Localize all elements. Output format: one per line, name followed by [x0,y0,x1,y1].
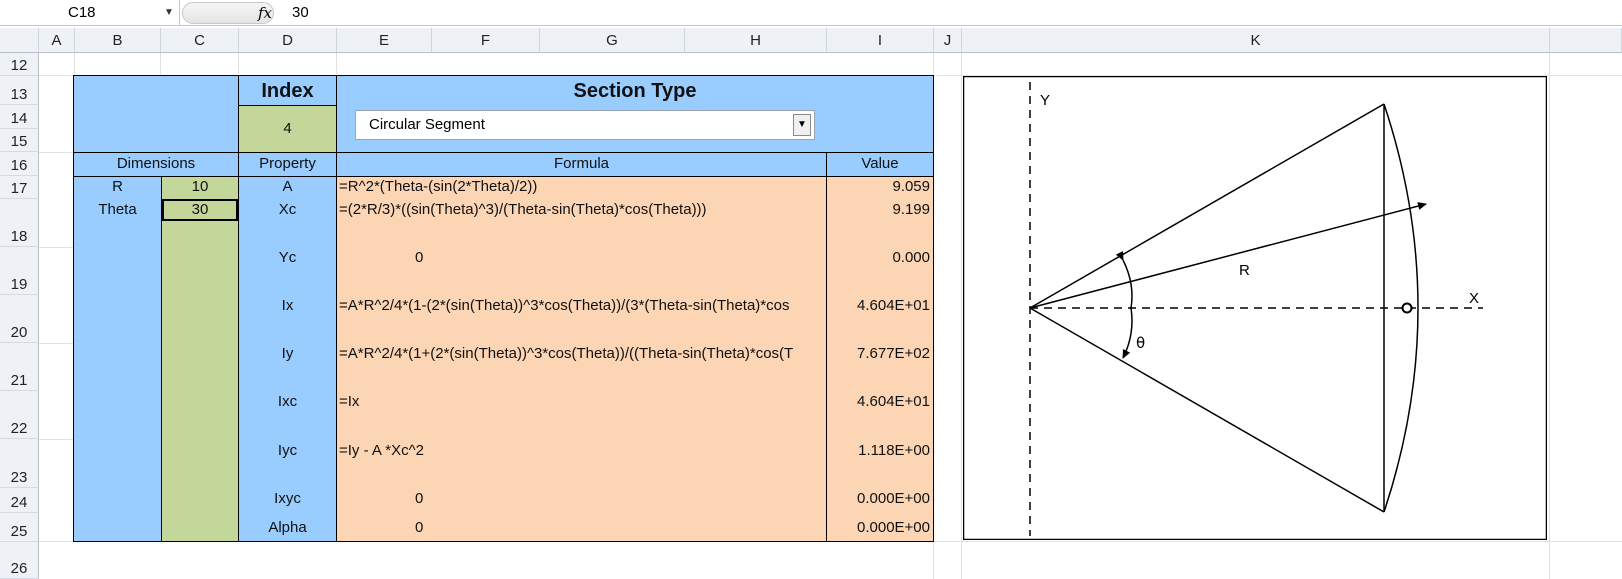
col-header-e[interactable]: E [337,28,432,53]
row-header-22[interactable]: 22 [0,391,39,439]
property-formula[interactable]: =A*R^2/4*(1+(2*(sin(Theta))^3*cos(Theta)… [339,343,825,365]
gridline [336,53,337,76]
formula-input[interactable]: 30 [292,0,309,26]
index-value-cell[interactable]: 4 [238,105,337,153]
index-label: Index [238,75,337,106]
row-header-12[interactable]: 12 [0,53,39,76]
dim-value-r[interactable]: 10 [162,176,238,198]
row-header-24[interactable]: 24 [0,488,39,513]
property-formula[interactable]: =(2*R/3)*((sin(Theta)^3)/(Theta-sin(Thet… [339,199,825,221]
row-header-25[interactable]: 25 [0,513,39,542]
property-formula[interactable]: =Ix [339,391,825,413]
gridline [39,343,73,344]
col-header-i[interactable]: I [827,28,934,53]
property-name[interactable]: Iyc [239,440,336,462]
name-box-dropdown-icon[interactable]: ▼ [164,0,176,26]
property-value[interactable]: 0.000 [827,247,933,269]
col-header-g[interactable]: G [540,28,685,53]
property-name[interactable]: Ixc [239,391,336,413]
property-formula[interactable]: 0 [415,247,445,269]
property-name[interactable]: Xc [239,199,336,221]
property-value[interactable]: 0.000E+00 [827,488,933,510]
x-axis-label: X [1469,290,1479,307]
r-label: R [1239,262,1250,279]
property-value[interactable]: 9.199 [827,199,933,221]
dim-name-r[interactable]: R [74,176,161,198]
property-value[interactable]: 7.677E+02 [827,343,933,365]
row-header-15[interactable]: 15 [0,129,39,152]
value-header: Value [826,152,934,177]
property-formula[interactable]: 0 [415,517,445,539]
col-header-f[interactable]: F [432,28,540,53]
property-name[interactable]: Alpha [239,517,336,539]
property-name[interactable]: Ix [239,295,336,317]
centroid-marker [1401,302,1413,314]
dim-name-theta[interactable]: Theta [74,199,161,221]
section-type-dropdown[interactable]: Circular Segment [355,110,815,140]
property-name[interactable]: Ixyc [239,488,336,510]
property-formula[interactable]: =R^2*(Theta-(sin(2*Theta)/2)) [339,176,825,198]
col-header-b[interactable]: B [75,28,161,53]
property-header: Property [238,152,337,177]
dim-value-theta-selected[interactable]: 30 [162,199,238,221]
select-all-corner[interactable] [0,28,39,53]
theta-label: θ [1136,334,1145,352]
gridline [39,247,73,248]
col-header-j[interactable]: J [934,28,962,53]
gridline [961,53,962,579]
row-header-21[interactable]: 21 [0,343,39,391]
dimensions-header: Dimensions [73,152,239,177]
property-value[interactable]: 4.604E+01 [827,391,933,413]
chevron-down-icon[interactable]: ▼ [793,114,811,136]
row-header-19[interactable]: 19 [0,247,39,295]
circular-segment-diagram[interactable]: Y X R θ [963,76,1547,540]
property-value[interactable]: 4.604E+01 [827,295,933,317]
gridline [238,53,239,76]
property-value[interactable]: 9.059 [827,176,933,198]
row-header-23[interactable]: 23 [0,439,39,488]
row-header-17[interactable]: 17 [0,176,39,199]
gridline [1549,53,1550,579]
row-header-16[interactable]: 16 [0,152,39,176]
row-header-26[interactable]: 26 [0,542,39,579]
dimension-value-column [161,176,239,542]
section-type-label: Section Type [573,80,697,102]
gridline [160,53,161,76]
property-name[interactable]: Iy [239,343,336,365]
col-header-a[interactable]: A [39,28,75,53]
property-name[interactable]: Yc [239,247,336,269]
name-box[interactable]: C18 [0,0,180,26]
row-header-20[interactable]: 20 [0,295,39,343]
gridline [39,152,73,153]
y-axis-label: Y [1040,92,1050,109]
gridline [74,53,75,76]
formula-header: Formula [336,152,827,177]
dimension-name-column [73,176,162,542]
col-header-k[interactable]: K [962,28,1550,53]
property-formula[interactable]: =Iy - A *Xc^2 [339,440,825,462]
property-value[interactable]: 1.118E+00 [827,440,933,462]
insert-function-icon[interactable]: fx [258,0,272,26]
property-formula[interactable]: =A*R^2/4*(1-(2*(sin(Theta))^3*cos(Theta)… [339,295,825,317]
dimensions-title-block [73,75,239,153]
row-header-14[interactable]: 14 [0,105,39,129]
col-header-blank [1550,28,1622,53]
col-header-c[interactable]: C [161,28,239,53]
row-header-18[interactable]: 18 [0,199,39,247]
row-header-13[interactable]: 13 [0,76,39,105]
property-formula[interactable]: 0 [415,488,445,510]
gridline [39,439,73,440]
property-name[interactable]: A [239,176,336,198]
property-value[interactable]: 0.000E+00 [827,517,933,539]
col-header-h[interactable]: H [685,28,827,53]
col-header-d[interactable]: D [239,28,337,53]
